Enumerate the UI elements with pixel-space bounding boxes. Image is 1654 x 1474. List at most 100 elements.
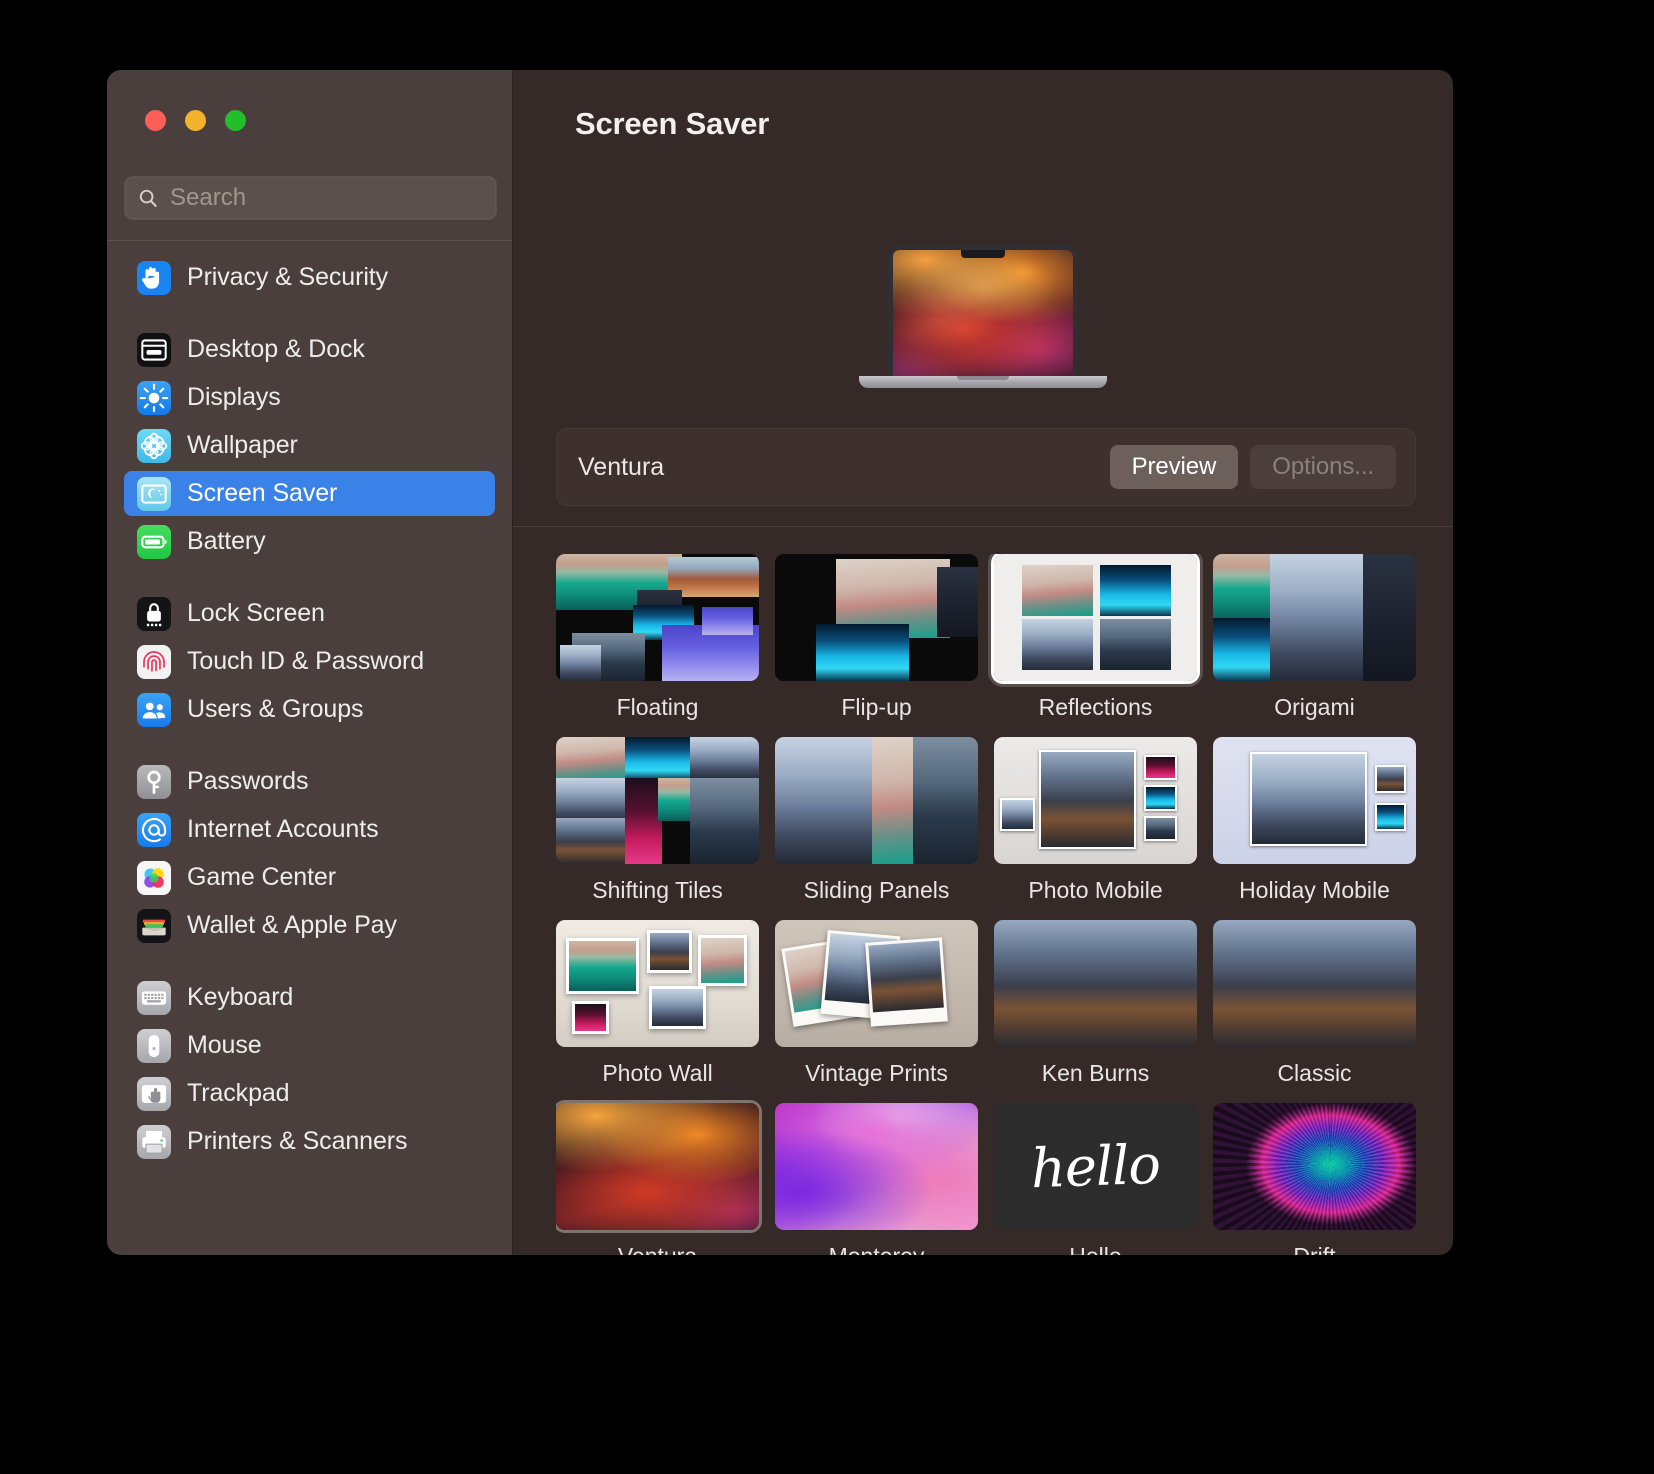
sidebar-item-desktop-dock[interactable]: Desktop & Dock	[124, 327, 495, 372]
sidebar-item-displays[interactable]: Displays	[124, 375, 495, 420]
key-icon	[137, 764, 171, 799]
fingerprint-icon	[137, 644, 171, 679]
sidebar-group: Lock Screen Touch ID & Password Users & Gr…	[124, 591, 495, 759]
screensaver-cell[interactable]: Floating	[556, 554, 759, 721]
screensaver-cell[interactable]: Monterey	[775, 1103, 978, 1255]
screensaver-label: Hello	[994, 1243, 1197, 1255]
wallet-icon	[137, 908, 171, 943]
sidebar-item-battery[interactable]: Battery	[124, 519, 495, 564]
screensaver-thumbnail-kenburns[interactable]	[994, 920, 1197, 1047]
brightness-icon	[137, 380, 171, 415]
options-button[interactable]: Options...	[1250, 445, 1396, 489]
screensaver-cell[interactable]: Classic	[1213, 920, 1416, 1087]
sidebar-item-label: Desktop & Dock	[187, 335, 365, 363]
screensaver-label: Origami	[1274, 694, 1355, 720]
screen-root: Privacy & Security Desktop & Dock Displays…	[0, 0, 1654, 1474]
sidebar-item-lock-screen[interactable]: Lock Screen	[124, 591, 495, 636]
screensaver-thumbnail-photowall[interactable]	[556, 920, 759, 1047]
screensaver-label: Holiday Mobile	[1239, 877, 1390, 903]
sidebar-item-touch-id-password[interactable]: Touch ID & Password	[124, 639, 495, 684]
sidebar-divider	[107, 240, 512, 241]
sidebar-group: Privacy & Security	[124, 247, 495, 327]
hello-word: hello	[1030, 1132, 1161, 1201]
sidebar-item-game-center[interactable]: Game Center	[124, 855, 495, 900]
sidebar-item-trackpad[interactable]: Trackpad	[124, 1071, 495, 1116]
sidebar-group: Keyboard Mouse Trackpad Printers & Scanners	[124, 975, 495, 1191]
screensaver-cell[interactable]: Shifting Tiles	[556, 737, 759, 904]
screensaver-thumbnail-flipup[interactable]	[775, 554, 978, 681]
detail-pane: Screen Saver Ventura Preview Options... …	[513, 70, 1453, 1255]
screensaver-cell[interactable]: Drift	[1213, 1103, 1416, 1255]
screensaver-thumbnail-reflections[interactable]	[994, 554, 1197, 681]
screensaver-label: Vintage Prints	[805, 1060, 948, 1086]
screensaver-thumbnail-vintage[interactable]	[775, 920, 978, 1047]
sidebar-item-label: Wallpaper	[187, 431, 298, 459]
sidebar-item-passwords[interactable]: Passwords	[124, 759, 495, 804]
sidebar-item-label: Keyboard	[187, 983, 294, 1011]
screensaver-cell[interactable]: Holiday Mobile	[1213, 737, 1416, 904]
sidebar-item-label: Users & Groups	[187, 695, 364, 723]
sidebar-item-wallpaper[interactable]: Wallpaper	[124, 423, 495, 468]
screensaver-thumbnail-hello[interactable]: hello	[994, 1103, 1197, 1230]
screensaver-thumbnail-holidaymobile[interactable]	[1213, 737, 1416, 864]
current-screensaver-name: Ventura	[578, 452, 665, 481]
flower-icon	[137, 428, 171, 463]
sidebar-item-label: Internet Accounts	[187, 815, 379, 843]
sidebar-item-label: Passwords	[187, 767, 309, 795]
minimize-button[interactable]	[185, 110, 206, 131]
sidebar-item-mouse[interactable]: Mouse	[124, 1023, 495, 1068]
macbook-lid	[888, 245, 1078, 376]
screensaver-cell[interactable]: Photo Mobile	[994, 737, 1197, 904]
preview-button[interactable]: Preview	[1109, 445, 1239, 489]
search-icon	[139, 189, 157, 207]
sidebar-item-screen-saver[interactable]: Screen Saver	[124, 471, 495, 516]
screensaver-thumbnail-photomobile[interactable]	[994, 737, 1197, 864]
sidebar-item-internet-accounts[interactable]: Internet Accounts	[124, 807, 495, 852]
sidebar-nav: Privacy & Security Desktop & Dock Displays…	[107, 247, 512, 1255]
sidebar-item-keyboard[interactable]: Keyboard	[124, 975, 495, 1020]
sidebar-item-label: Mouse	[187, 1031, 262, 1059]
screensaver-cell[interactable]: Origami	[1213, 554, 1416, 721]
macbook-screen-wallpaper	[893, 250, 1073, 376]
screensaver-thumbnail-classic[interactable]	[1213, 920, 1416, 1047]
search-field[interactable]	[124, 176, 497, 220]
window-controls	[145, 110, 246, 131]
sidebar-item-label: Printers & Scanners	[187, 1127, 408, 1155]
screensaver-cell[interactable]: hello Hello	[994, 1103, 1197, 1255]
screensaver-cell[interactable]: Vintage Prints	[775, 920, 978, 1087]
screensaver-thumbnail-monterey[interactable]	[775, 1103, 978, 1230]
zoom-button[interactable]	[225, 110, 246, 131]
sidebar-item-label: Game Center	[187, 863, 336, 891]
screensaver-cell[interactable]: Sliding Panels	[775, 737, 978, 904]
game-center-icon	[137, 860, 171, 895]
screensaver-label: Ventura	[556, 1243, 759, 1255]
screensaver-cell[interactable]: Ken Burns	[994, 920, 1197, 1087]
screensaver-cell[interactable]: Ventura	[556, 1103, 759, 1255]
sidebar-item-printers-scanners[interactable]: Printers & Scanners	[124, 1119, 495, 1164]
close-button[interactable]	[145, 110, 166, 131]
screensaver-thumbnail-floating[interactable]	[556, 554, 759, 681]
sidebar-item-privacy-security[interactable]: Privacy & Security	[124, 255, 495, 300]
users-icon	[137, 692, 171, 727]
screensaver-label: Ken Burns	[1041, 1060, 1150, 1086]
sidebar-item-wallet-apple-pay[interactable]: Wallet & Apple Pay	[124, 903, 495, 948]
desktop-dock-icon	[137, 332, 171, 367]
screensaver-thumbnail-drift[interactable]	[1213, 1103, 1416, 1230]
detail-divider	[513, 526, 1453, 527]
search-input[interactable]	[170, 184, 484, 212]
screen-saver-icon	[137, 476, 171, 511]
screensaver-thumbnail-shifting[interactable]	[556, 737, 759, 864]
sidebar-group: Desktop & Dock Displays Wallpaper Screen Sa…	[124, 327, 495, 591]
screensaver-thumbnail-origami[interactable]	[1213, 554, 1416, 681]
hand-raised-icon	[137, 260, 171, 295]
screensaver-cell[interactable]: Photo Wall	[556, 920, 759, 1087]
screensaver-label: Sliding Panels	[803, 877, 950, 903]
macbook-preview	[859, 245, 1107, 388]
screensaver-label: Classic	[1277, 1060, 1352, 1086]
screensaver-thumbnail-sliding[interactable]	[775, 737, 978, 864]
sidebar-item-users-groups[interactable]: Users & Groups	[124, 687, 495, 732]
screensaver-cell[interactable]: Flip-up	[775, 554, 978, 721]
sidebar-item-label: Displays	[187, 383, 281, 411]
screensaver-cell[interactable]: Reflections	[994, 554, 1197, 721]
screensaver-thumbnail-ventura[interactable]	[556, 1103, 759, 1230]
